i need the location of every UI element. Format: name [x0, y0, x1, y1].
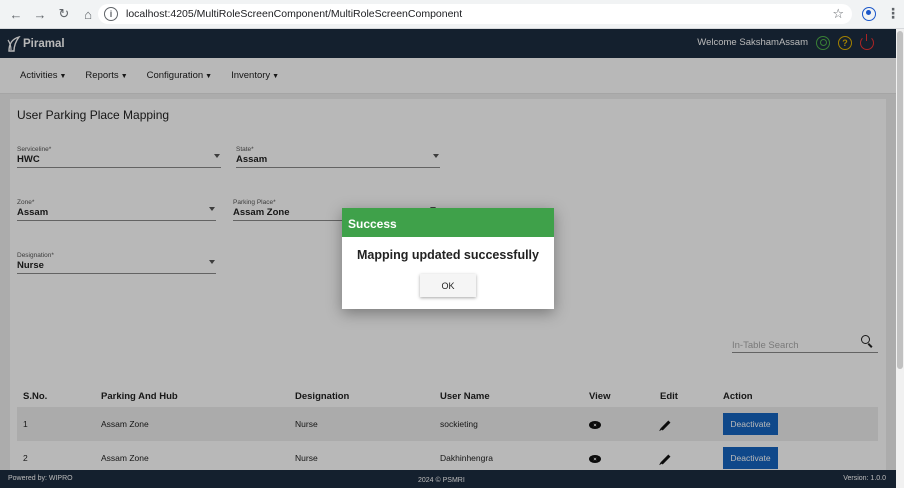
address-bar[interactable]: i localhost:4205/MultiRoleScreenComponen…: [98, 4, 852, 24]
browser-menu-icon[interactable]: ⋮: [886, 6, 900, 20]
url-text: localhost:4205/MultiRoleScreenComponent/…: [126, 8, 463, 20]
dialog-message: Mapping updated successfully: [357, 248, 539, 262]
page-scrollbar[interactable]: [896, 29, 904, 488]
scrollbar-thumb[interactable]: [897, 31, 903, 369]
forward-icon[interactable]: →: [29, 3, 51, 25]
site-info-icon[interactable]: i: [104, 7, 118, 21]
back-icon[interactable]: ←: [5, 3, 27, 25]
success-dialog: Success Mapping updated successfully OK: [342, 208, 554, 309]
dialog-title: Success: [342, 208, 554, 237]
ok-button[interactable]: OK: [420, 274, 476, 297]
bookmark-star-icon[interactable]: ☆: [832, 6, 844, 22]
browser-toolbar: ← → ↻ ⌂ i localhost:4205/MultiRoleScreen…: [0, 0, 904, 29]
browser-profile-icon[interactable]: [862, 7, 876, 21]
reload-icon[interactable]: ↻: [53, 3, 75, 25]
home-icon[interactable]: ⌂: [77, 3, 99, 25]
